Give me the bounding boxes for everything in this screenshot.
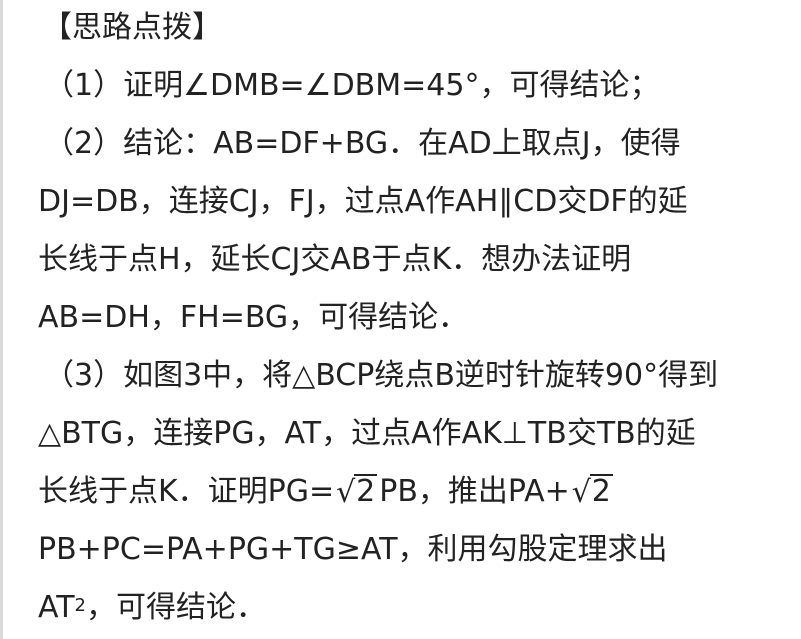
text-line-7: △BTG，连接PG，AT，过点A作AK⊥TB交TB的延 [38,416,696,451]
sqrt-expression: √ 2 [572,472,613,512]
solution-hint-text: 【思路点拨】 （1）证明∠DMB=∠DBM=45°，可得结论； （2）结论：AB… [0,0,801,639]
radical-sign: √ [571,475,591,510]
text-line-9: PB+PC=PA+PG+TG≥AT，利用勾股定理求出 [38,532,668,567]
text-segment: AT [38,590,75,625]
section-heading: 【思路点拨】 [42,10,222,45]
text-line-1: （1）证明∠DMB=∠DBM=45°，可得结论； [44,68,660,103]
superscript: 2 [74,595,86,616]
text-line-3: DJ=DB，连接CJ，FJ，过点A作AH∥CD交DF的延 [38,184,688,219]
text-segment: PB，推出PA+ [379,474,570,509]
text-segment: ，可得结论． [85,590,266,625]
text-segment: 长线于点K．证明PG= [38,474,335,509]
text-line-8: 长线于点K．证明PG= √ 2 PB，推出PA+ √ 2 [38,472,615,512]
text-line-10: AT2，可得结论． [38,588,266,628]
sqrt-expression: √ 2 [336,472,378,512]
radicand: 2 [354,474,378,509]
text-line-2: （2）结论：AB=DF+BG．在AD上取点J，使得 [44,126,681,161]
radicand: 2 [589,474,613,509]
text-line-5: AB=DH，FH=BG，可得结论． [38,300,469,335]
text-line-6: （3）如图3中，将△BCP绕点B逆时针旋转90°得到 [44,358,719,393]
radical-sign: √ [336,475,356,510]
text-line-4: 长线于点H，延长CJ交AB于点K．想办法证明 [38,242,632,277]
